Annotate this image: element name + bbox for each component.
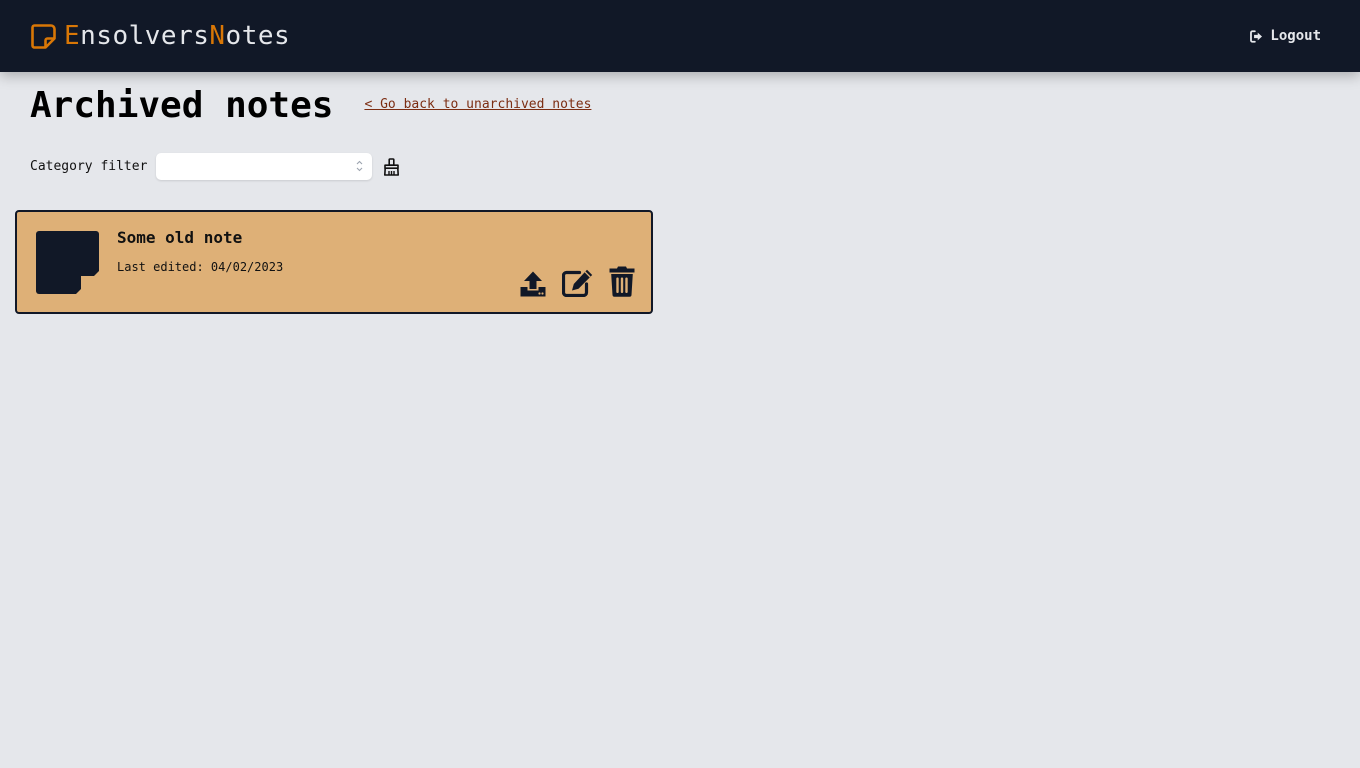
brand-logo[interactable]: EnsolversNotes [31, 23, 290, 49]
clear-filter-button[interactable] [383, 157, 400, 176]
select-arrows-icon [357, 160, 363, 172]
sticky-note-icon [31, 23, 56, 49]
category-filter: Category filter [30, 153, 400, 180]
note-card[interactable]: Some old note Last edited: 04/02/2023 [15, 210, 653, 314]
navbar: EnsolversNotes Logout [0, 0, 1360, 72]
category-filter-label: Category filter [30, 159, 148, 174]
note-actions [520, 266, 635, 297]
note-last-edited: Last edited: 04/02/2023 [117, 260, 284, 274]
page-heading: Archived notes < Go back to unarchived n… [30, 84, 591, 128]
brand-name: EnsolversNotes [64, 21, 291, 51]
back-to-unarchived-link[interactable]: < Go back to unarchived notes [364, 97, 591, 112]
unarchive-icon[interactable] [520, 271, 546, 297]
category-select[interactable] [156, 153, 373, 180]
trash-icon[interactable] [609, 266, 635, 297]
broom-icon [384, 157, 400, 176]
note-title: Some old note [117, 228, 243, 247]
logout-button[interactable]: Logout [1250, 28, 1321, 44]
edit-icon[interactable] [562, 269, 593, 297]
logout-icon [1250, 29, 1263, 43]
logout-label: Logout [1270, 28, 1321, 44]
page-title: Archived notes [30, 85, 334, 126]
sticky-note-icon [36, 231, 99, 294]
